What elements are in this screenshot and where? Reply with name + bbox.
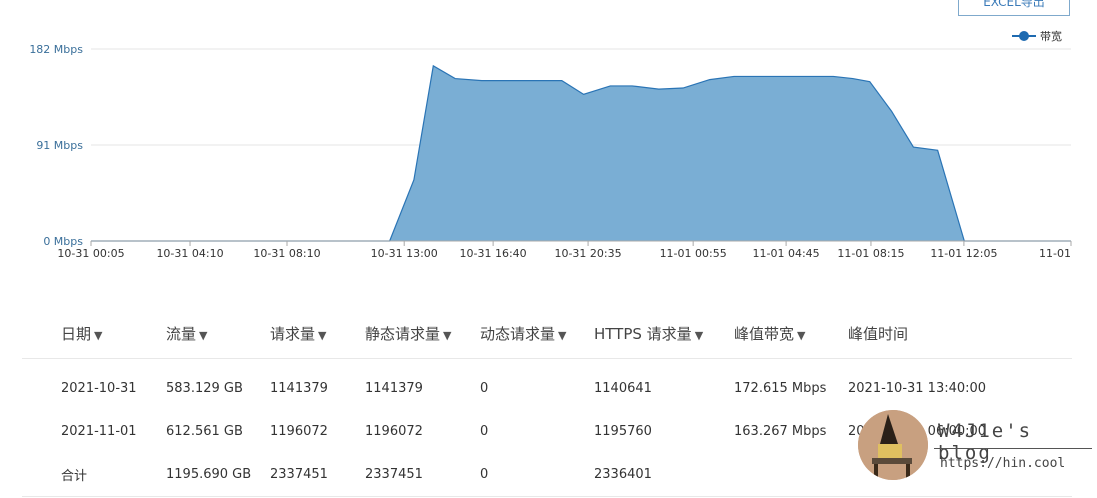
cell-peak-bandwidth <box>734 453 848 497</box>
cell-static-requests: 1141379 <box>365 381 423 396</box>
col-header-requests[interactable]: 请求量 ▼ <box>270 308 365 359</box>
cell-https-requests: 1195760 <box>594 424 652 439</box>
cell-date: 2021-11-01 <box>61 424 137 439</box>
x-tick-label: 11-01 04:45 <box>753 247 820 260</box>
cell-requests: 1141379 <box>270 381 328 396</box>
cell-dynamic-requests: 0 <box>480 381 489 396</box>
col-header-https-requests[interactable]: HTTPS 请求量 ▼ <box>594 308 734 359</box>
sort-arrow-icon[interactable]: ▼ <box>558 329 566 342</box>
x-tick-label: 11-01 <box>1039 247 1071 260</box>
col-header-date[interactable]: 日期 ▼ <box>22 308 166 359</box>
cell-static-requests: 2337451 <box>365 453 480 497</box>
avatar <box>858 410 928 480</box>
sort-arrow-icon[interactable]: ▼ <box>199 329 207 342</box>
cell-requests: 2337451 <box>270 453 365 497</box>
x-tick-label: 11-01 00:55 <box>660 247 727 260</box>
x-tick-label: 11-01 08:15 <box>837 247 904 260</box>
sort-arrow-icon[interactable]: ▼ <box>443 329 451 342</box>
col-header-static-requests[interactable]: 静态请求量 ▼ <box>365 308 480 359</box>
watermark-url: https://hin.cool <box>940 456 1066 471</box>
sort-arrow-icon[interactable]: ▼ <box>695 329 703 342</box>
col-header-dynamic-requests[interactable]: 动态请求量 ▼ <box>480 308 594 359</box>
cell-https-requests: 1140641 <box>594 381 652 396</box>
sort-arrow-icon[interactable]: ▼ <box>318 329 326 342</box>
x-tick-label: 10-31 04:10 <box>156 247 223 260</box>
col-header-traffic[interactable]: 流量 ▼ <box>166 308 270 359</box>
cell-peak-time: 2021-10-31 13:40:00 <box>848 381 987 396</box>
x-tick-label: 10-31 13:00 <box>371 247 438 260</box>
x-tick-label: 10-31 20:35 <box>554 247 621 260</box>
col-header-peak-bandwidth[interactable]: 峰值带宽 ▼ <box>734 308 848 359</box>
blog-watermark: W4J1e's blog https://hin.cool <box>858 410 1097 490</box>
bandwidth-chart: 0 Mbps91 Mbps182 Mbps10-31 00:05 10-31 04… <box>29 43 1072 260</box>
table-header-row: 日期 ▼ 流量 ▼ 请求量 ▼ 静态请求量 ▼ 动态请求量 ▼ HTTPS 请求量 ▼ 峰值… <box>22 308 1072 359</box>
y-tick-label: 182 Mbps <box>29 43 83 56</box>
cell-traffic: 612.561 GB <box>166 424 243 439</box>
y-tick-label: 91 Mbps <box>36 139 83 152</box>
cell-peak-bandwidth: 163.267 Mbps <box>734 424 827 439</box>
sort-arrow-icon[interactable]: ▼ <box>797 329 805 342</box>
col-header-peak-time: 峰值时间 <box>848 308 1072 359</box>
x-tick-label: 11-01 12:05 <box>930 247 997 260</box>
cell-peak-bandwidth: 172.615 Mbps <box>734 381 827 396</box>
cell-dynamic-requests: 0 <box>480 453 594 497</box>
cell-static-requests: 1196072 <box>365 424 423 439</box>
cell-traffic: 1195.690 GB <box>166 453 270 497</box>
x-tick-label: 10-31 08:10 <box>253 247 320 260</box>
cell-traffic: 583.129 GB <box>166 381 243 396</box>
table-row: 2021-10-31 583.129 GB 1141379 1141379 0 … <box>22 359 1072 411</box>
cell-https-requests: 2336401 <box>594 453 734 497</box>
cell-total-label: 合计 <box>22 453 166 497</box>
cell-dynamic-requests: 0 <box>480 424 489 439</box>
watermark-divider <box>934 448 1092 449</box>
cell-requests: 1196072 <box>270 424 328 439</box>
x-tick-label: 10-31 16:40 <box>460 247 527 260</box>
sort-arrow-icon[interactable]: ▼ <box>94 329 102 342</box>
cell-date: 2021-10-31 <box>61 381 137 396</box>
x-tick-label: 10-31 00:05 <box>57 247 124 260</box>
